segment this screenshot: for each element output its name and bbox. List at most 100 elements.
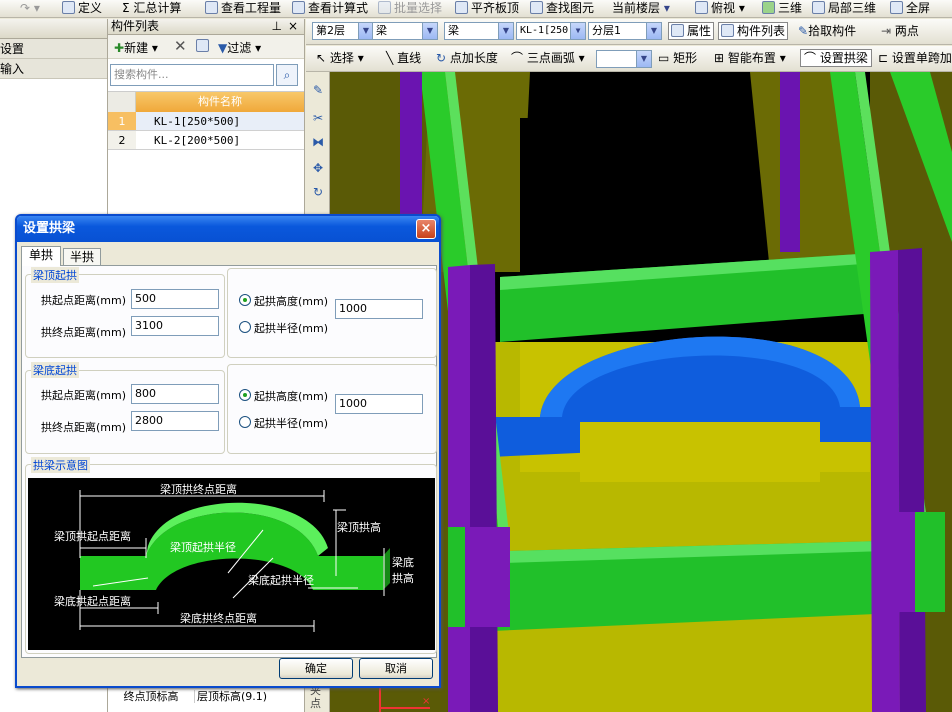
bottom-end-input[interactable]: 2800 (131, 411, 219, 431)
align-slab-top-button[interactable]: 平齐板顶 (455, 0, 519, 18)
top-view-button[interactable]: 俯视 ▾ (695, 0, 745, 18)
list-icon (721, 24, 734, 37)
type-select-2[interactable]: 梁 ▼ (444, 22, 514, 40)
close-icon[interactable]: × (288, 19, 298, 34)
mirror-icon[interactable]: ⧓ (308, 132, 328, 152)
top-start-input[interactable]: 500 (131, 289, 219, 309)
selector-toolbar: 第2层 ▼ 梁 ▼ 梁 ▼ KL-1[250 ▼ 分层1 ▼ 属性 构件列表 ✎拾取构件 … (306, 19, 952, 45)
dialog-title: 设置拱梁 (23, 221, 76, 236)
top-radius-label: 起拱半径(mm) (254, 322, 329, 335)
bottom-radius-label: 起拱半径(mm) (254, 417, 329, 430)
layer-select[interactable]: 分层1 ▼ (588, 22, 662, 40)
current-floor-dropdown[interactable]: 当前楼层 ▾ (612, 0, 670, 18)
formula-icon (292, 1, 305, 14)
diagram-label-top-radius: 梁顶起拱半径 (170, 540, 236, 554)
select-button[interactable]: ↖ 选择 ▾ (316, 50, 364, 68)
cancel-button[interactable]: 取消 (359, 658, 433, 679)
ok-button[interactable]: 确定 (279, 658, 353, 679)
tab-half-arch[interactable]: 半拱 (63, 248, 101, 266)
pin-icon[interactable]: ⊥ (272, 19, 282, 34)
component-list-button[interactable]: 构件列表 (718, 22, 789, 40)
properties-label: 属性 (687, 24, 712, 38)
rotate-icon[interactable]: ↻ (308, 182, 328, 202)
table-row[interactable]: 2 KL-2[200*500] (108, 131, 304, 150)
filter-button[interactable]: ▼过滤 ▾ (218, 39, 261, 56)
diagram-label-top-start: 梁顶拱起点距离 (54, 529, 131, 543)
3d-button[interactable]: 三维 (762, 0, 802, 18)
diagram-label-bottom-end: 梁底拱终点距离 (180, 611, 257, 625)
define-icon (62, 1, 75, 14)
new-label: 新建 (124, 41, 149, 55)
search-input[interactable]: 搜索构件... (110, 64, 274, 86)
chevron-down-icon: ▼ (498, 23, 513, 39)
close-icon[interactable]: × (416, 219, 436, 239)
three-point-arc-button[interactable]: ⌒ 三点画弧 ▾ (511, 50, 585, 68)
view-quantity-button[interactable]: 查看工程量 (205, 0, 281, 18)
bottom-height-input[interactable]: 1000 (335, 394, 423, 414)
copy-icon[interactable] (196, 39, 209, 53)
top-height-label: 起拱高度(mm) (254, 295, 329, 308)
arc-option-select[interactable]: ▼ (596, 50, 652, 68)
search-icon[interactable]: ⌕ (276, 64, 298, 86)
bottom-start-input[interactable]: 800 (131, 384, 219, 404)
define-button[interactable]: 定义 (62, 0, 102, 18)
local-3d-button[interactable]: 局部三维 (812, 0, 876, 18)
delete-icon[interactable]: ✕ (174, 37, 187, 55)
top-height-radio[interactable] (239, 294, 251, 306)
brush-icon[interactable]: ✎ (308, 80, 328, 100)
layer-select-value: 分层1 (592, 24, 621, 37)
move-icon[interactable]: ✥ (308, 158, 328, 178)
two-points-icon: ⇥ (881, 24, 892, 38)
new-button[interactable]: ✚新建 ▾ (114, 39, 158, 56)
local-3d-label: 局部三维 (828, 1, 877, 15)
batch-select-button[interactable]: 批量选择 (378, 0, 442, 18)
top-height-input[interactable]: 1000 (335, 299, 423, 319)
top-radius-radio[interactable] (239, 321, 251, 333)
define-label: 定义 (78, 1, 103, 15)
chevron-down-icon: ▼ (422, 23, 437, 39)
properties-row[interactable]: 终点顶标高 层顶标高(9.1) (108, 685, 304, 707)
set-single-span-label: 设置单跨加 (891, 51, 952, 65)
rectangle-button[interactable]: ▭ 矩形 (658, 50, 697, 68)
pick-component-button[interactable]: ✎拾取构件 (798, 23, 856, 41)
line-button[interactable]: ╲ 直线 (386, 50, 421, 68)
properties-button[interactable]: 属性 (668, 22, 715, 40)
floor-select[interactable]: 第2层 ▼ (312, 22, 374, 40)
bottom-height-radio[interactable] (239, 389, 251, 401)
table-row[interactable]: 1 KL-1[250*500] (108, 112, 304, 131)
smart-layout-button[interactable]: ⊞ 智能布置 ▾ (714, 50, 786, 68)
set-arch-beam-button[interactable]: ⌒ 设置拱梁 (800, 49, 872, 67)
type-select-1-value: 梁 (376, 24, 387, 37)
summary-calc-button[interactable]: Σ 汇总计算 (122, 0, 181, 18)
table-header: 构件名称 (108, 92, 304, 112)
point-length-button[interactable]: ↻ 点加长度 (436, 50, 498, 68)
smart-layout-icon: ⊞ (714, 51, 725, 65)
top-start-label: 拱起点距离(mm) (41, 294, 127, 307)
set-arch-beam-label: 设置拱梁 (819, 51, 868, 65)
find-element-button[interactable]: 查找图元 (530, 0, 594, 18)
top-end-input[interactable]: 3100 (131, 316, 219, 336)
scissors-icon[interactable]: ✂ (308, 108, 328, 128)
set-arch-beam-dialog: 设置拱梁 × 单拱 半拱 梁顶起拱 拱起点距离(mm) 500 拱终点距离(mm… (15, 214, 441, 688)
component-list-label: 构件列表 (737, 24, 786, 38)
row-name: KL-1[250*500] (154, 115, 241, 128)
view-formula-button[interactable]: 查看计算式 (292, 0, 368, 18)
smart-layout-label: 智能布置 (727, 51, 776, 65)
tab-single-arch[interactable]: 单拱 (21, 246, 61, 266)
redo-icon[interactable]: ↷ ▾ (20, 0, 40, 18)
3d-label: 三维 (778, 1, 803, 15)
arc-icon: ⌒ (511, 51, 524, 65)
chevron-down-icon: ▼ (646, 23, 661, 39)
component-select[interactable]: KL-1[250 ▼ (516, 22, 586, 40)
set-single-span-button[interactable]: ⊏ 设置单跨加 (878, 50, 952, 68)
fullscreen-label: 全屏 (906, 1, 931, 15)
pick-icon: ✎ (798, 24, 809, 38)
two-points-button[interactable]: ⇥ 两点 (881, 23, 919, 41)
fullscreen-button[interactable]: 全屏 (890, 0, 930, 18)
diagram-label-bottom-height-1: 梁底 (392, 555, 414, 569)
left-panel-item-input[interactable]: 输入 (0, 59, 107, 79)
top-view-label: 俯视 (711, 1, 736, 15)
bottom-radius-radio[interactable] (239, 416, 251, 428)
type-select-1[interactable]: 梁 ▼ (372, 22, 438, 40)
left-panel-item-settings[interactable]: 设置 (0, 39, 107, 59)
